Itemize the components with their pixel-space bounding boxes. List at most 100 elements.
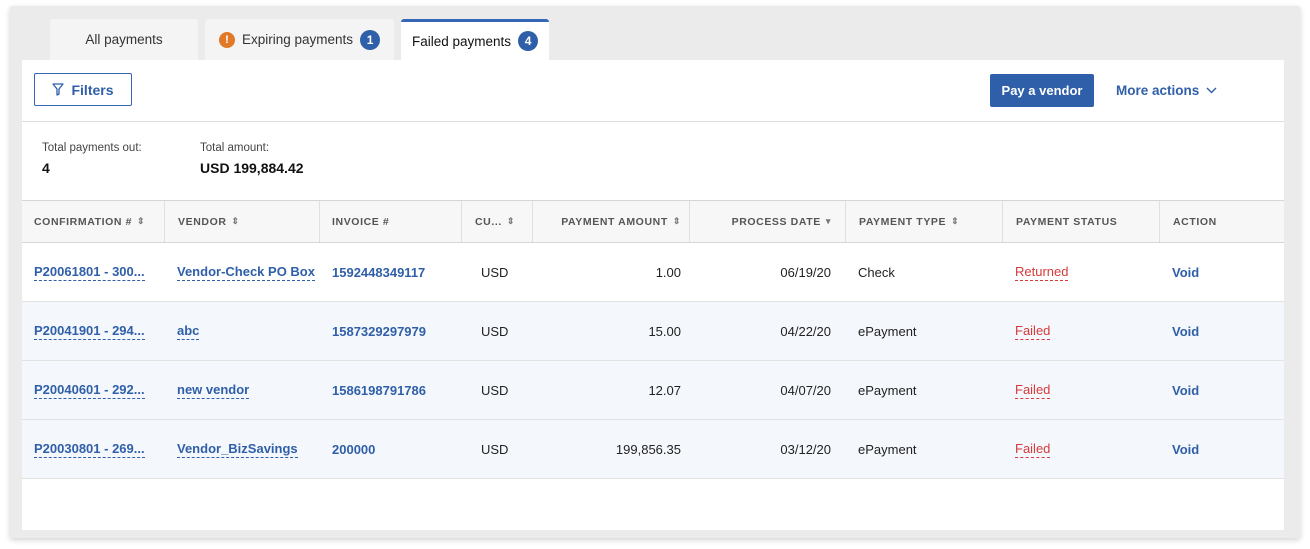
tab-label: All payments <box>85 32 163 47</box>
confirmation-link[interactable]: P20041901 - 294... <box>34 323 145 340</box>
payment-type-cell: Check <box>858 264 895 280</box>
filters-label: Filters <box>71 81 114 98</box>
column-label: PROCESS DATE <box>731 215 821 228</box>
status-badge[interactable]: Failed <box>1015 441 1051 458</box>
vendor-link[interactable]: Vendor-Check PO Box <box>177 264 315 281</box>
column-header-confirmation[interactable]: CONFIRMATION # ⇕ <box>34 201 164 242</box>
sort-icon: ⇕ <box>137 216 146 226</box>
total-amount-label: Total amount: <box>200 142 270 154</box>
column-header-invoice[interactable]: INVOICE # <box>319 201 461 242</box>
filters-button[interactable]: Filters <box>34 73 132 106</box>
payment-status-cell: Returned <box>1015 243 1069 301</box>
status-badge[interactable]: Returned <box>1015 264 1069 281</box>
payments-window: All payments ! Expiring payments 1 Faile… <box>10 6 1300 538</box>
column-label: PAYMENT AMOUNT <box>561 215 668 228</box>
tab-label: Failed payments <box>411 33 512 49</box>
total-payments-out: Total payments out: 4 <box>42 142 142 176</box>
alert-icon: ! <box>218 31 235 48</box>
currency-cell: USD <box>481 323 509 339</box>
table-row: P20041901 - 294... abc 1587329297979 USD… <box>22 302 1284 361</box>
invoice-link[interactable]: 200000 <box>332 442 375 457</box>
sort-icon: ⇕ <box>672 216 681 226</box>
process-date-cell: 04/22/20 <box>780 323 831 339</box>
payments-table: CONFIRMATION # ⇕ VENDOR ⇕ INVOICE # CU..… <box>22 200 1284 479</box>
failed-payments-panel: Filters Pay a vendor More actions Total … <box>22 60 1284 530</box>
amount-cell: 1.00 <box>655 264 681 280</box>
total-payments-label: Total payments out: <box>42 142 142 154</box>
sort-icon: ⇕ <box>951 216 960 226</box>
tab-all-payments[interactable]: All payments <box>50 19 198 60</box>
confirmation-cell: P20030801 - 269... <box>34 420 145 478</box>
filter-icon <box>52 83 65 96</box>
amount-cell: 199,856.35 <box>615 441 681 457</box>
column-header-action: ACTION <box>1159 201 1284 242</box>
amount-cell: 15.00 <box>648 323 681 339</box>
void-link[interactable]: Void <box>1172 383 1199 398</box>
confirmation-cell: P20040601 - 292... <box>34 361 145 419</box>
table-row: P20061801 - 300... Vendor-Check PO Box 1… <box>22 243 1284 302</box>
void-link[interactable]: Void <box>1172 324 1199 339</box>
payment-type-cell: ePayment <box>858 323 917 339</box>
table-row: P20040601 - 292... new vendor 1586198791… <box>22 361 1284 420</box>
vendor-link[interactable]: new vendor <box>177 382 250 399</box>
column-header-vendor[interactable]: VENDOR ⇕ <box>164 201 319 242</box>
column-label: PAYMENT STATUS <box>1016 215 1118 228</box>
column-label: INVOICE # <box>332 215 390 228</box>
process-date-cell: 04/07/20 <box>780 382 831 398</box>
column-header-payment-amount[interactable]: PAYMENT AMOUNT ⇕ <box>532 201 689 242</box>
invoice-cell: 1586198791786 <box>332 361 426 419</box>
payments-summary: Total payments out: 4 Total amount: USD … <box>22 122 1284 200</box>
more-actions-dropdown[interactable]: More actions <box>1116 74 1217 107</box>
count-badge: 4 <box>518 31 539 51</box>
tab-expiring-payments[interactable]: ! Expiring payments 1 <box>205 19 394 60</box>
invoice-link[interactable]: 1587329297979 <box>332 324 426 339</box>
confirmation-link[interactable]: P20030801 - 269... <box>34 441 145 458</box>
invoice-cell: 1592448349117 <box>332 243 425 301</box>
confirmation-link[interactable]: P20040601 - 292... <box>34 382 145 399</box>
vendor-link[interactable]: abc <box>177 323 200 340</box>
process-date-cell: 06/19/20 <box>780 264 831 280</box>
tab-failed-payments[interactable]: Failed payments 4 <box>401 19 549 60</box>
action-cell: Void <box>1172 302 1199 360</box>
column-header-process-date[interactable]: PROCESS DATE ▾ <box>689 201 845 242</box>
column-header-payment-type[interactable]: PAYMENT TYPE ⇕ <box>845 201 1002 242</box>
payment-status-cell: Failed <box>1015 302 1051 360</box>
toolbar: Filters Pay a vendor More actions <box>22 60 1284 122</box>
column-header-payment-status: PAYMENT STATUS <box>1002 201 1159 242</box>
vendor-cell: Vendor_BizSavings <box>177 420 298 478</box>
column-label: CU... <box>475 215 502 228</box>
payment-type-cell: ePayment <box>858 382 917 398</box>
column-header-currency[interactable]: CU... ⇕ <box>461 201 532 242</box>
status-badge[interactable]: Failed <box>1015 323 1051 340</box>
pay-a-vendor-button[interactable]: Pay a vendor <box>990 74 1094 107</box>
confirmation-link[interactable]: P20061801 - 300... <box>34 264 145 281</box>
table-row: P20030801 - 269... Vendor_BizSavings 200… <box>22 420 1284 479</box>
sort-icon: ▾ <box>825 216 831 226</box>
currency-cell: USD <box>481 441 509 457</box>
amount-cell: 12.07 <box>648 382 681 398</box>
tab-bar: All payments ! Expiring payments 1 Faile… <box>50 19 556 60</box>
invoice-link[interactable]: 1592448349117 <box>332 265 425 280</box>
count-badge: 1 <box>360 29 381 50</box>
total-amount-value: USD 199,884.42 <box>200 160 304 176</box>
status-badge[interactable]: Failed <box>1015 382 1051 399</box>
column-label: PAYMENT TYPE <box>859 215 947 228</box>
void-link[interactable]: Void <box>1172 265 1199 280</box>
process-date-cell: 03/12/20 <box>780 441 831 457</box>
void-link[interactable]: Void <box>1172 442 1199 457</box>
currency-cell: USD <box>481 264 509 280</box>
vendor-cell: Vendor-Check PO Box <box>177 243 315 301</box>
currency-cell: USD <box>481 382 509 398</box>
vendor-cell: new vendor <box>177 361 250 419</box>
tab-label: Expiring payments <box>241 32 354 47</box>
action-cell: Void <box>1172 361 1199 419</box>
payment-type-cell: ePayment <box>858 441 917 457</box>
total-payments-value: 4 <box>42 160 50 176</box>
vendor-link[interactable]: Vendor_BizSavings <box>177 441 298 458</box>
chevron-down-icon <box>1206 87 1217 94</box>
column-label: VENDOR <box>178 215 227 228</box>
column-label: ACTION <box>1173 215 1217 228</box>
table-header: CONFIRMATION # ⇕ VENDOR ⇕ INVOICE # CU..… <box>22 200 1284 243</box>
confirmation-cell: P20041901 - 294... <box>34 302 145 360</box>
invoice-link[interactable]: 1586198791786 <box>332 383 426 398</box>
